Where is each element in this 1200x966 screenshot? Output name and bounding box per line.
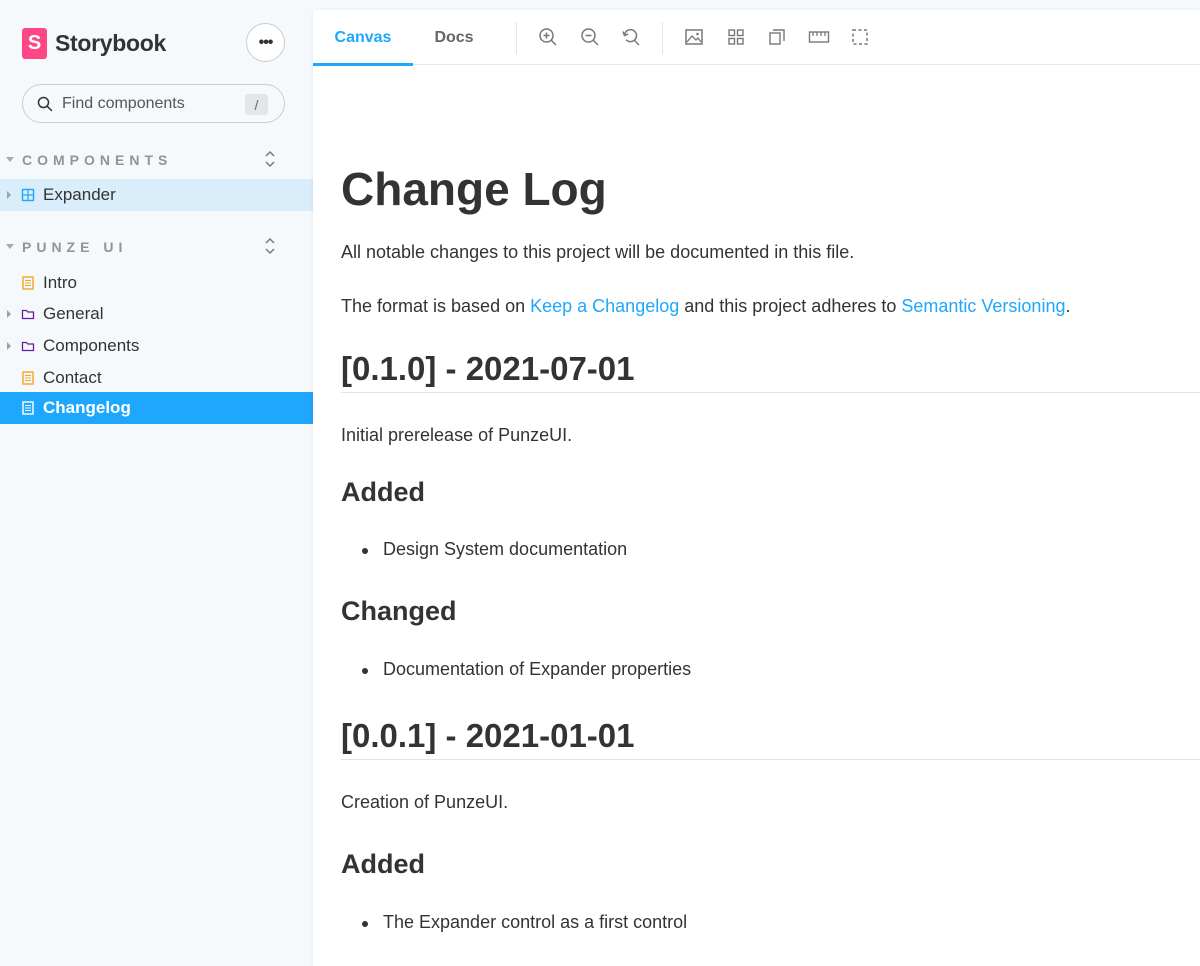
list-item: The Expander control as a first control [362, 912, 687, 933]
storybook-app: S Storybook ••• / COMPONENTS [0, 0, 1200, 966]
sidebar-item-label: Expander [43, 185, 116, 204]
section-heading: Added [341, 849, 425, 879]
semantic-versioning-link[interactable]: Semantic Versioning [901, 296, 1065, 316]
group-label: COMPONENTS [22, 152, 173, 168]
collapse-caret-icon [6, 157, 14, 162]
expand-caret-icon [7, 342, 11, 350]
expand-collapse-icon[interactable] [262, 235, 278, 257]
zoom-reset-icon[interactable] [620, 26, 642, 48]
intro-paragraph: All notable changes to this project will… [341, 242, 855, 262]
search-box[interactable]: / [22, 84, 285, 123]
folder-icon [21, 309, 35, 320]
group-label: PUNZE UI [22, 239, 128, 255]
grid-icon[interactable] [725, 26, 747, 48]
list-item: Design System documentation [362, 539, 627, 560]
list-item-text: Design System documentation [383, 539, 628, 559]
expand-collapse-icon[interactable] [262, 148, 278, 170]
sidebar-item-intro[interactable]: Intro [0, 267, 313, 299]
release-heading: [0.0.1] - 2021-01-01 [341, 717, 1200, 760]
document-icon [22, 276, 34, 290]
format-paragraph: The format is based on Keep a Changelog … [341, 296, 1070, 317]
viewport-icon[interactable] [766, 26, 788, 48]
toolbar-divider [516, 22, 517, 54]
search-icon [37, 96, 53, 111]
background-icon[interactable] [683, 26, 705, 48]
search-input[interactable] [62, 94, 232, 113]
sidebar: S Storybook ••• / COMPONENTS [0, 0, 313, 966]
format-text: The format is based on [341, 296, 531, 316]
sidebar-item-changelog[interactable]: Changelog [0, 392, 313, 424]
sidebar-item-expander[interactable]: Expander [0, 179, 313, 211]
tab-docs[interactable]: Docs [413, 10, 495, 65]
release-description: Creation of PunzeUI. [341, 792, 509, 812]
section-heading: Added [341, 477, 425, 507]
list-item: Documentation of Expander properties [362, 659, 691, 680]
storybook-logo-icon: S [22, 27, 47, 59]
expand-caret-icon [7, 310, 11, 318]
sidebar-item-contact[interactable]: Contact [0, 362, 313, 394]
sidebar-item-label: Contact [43, 368, 102, 387]
toolbar-divider [662, 22, 663, 54]
sidebar-item-components[interactable]: Components [0, 330, 313, 362]
release-heading: [0.1.0] - 2021-07-01 [341, 350, 1200, 393]
section-heading: Changed [341, 596, 457, 626]
page-title: Change Log [341, 163, 607, 215]
tab-canvas[interactable]: Canvas [313, 10, 413, 66]
brand-name: Storybook [55, 29, 167, 56]
group-header-components[interactable]: COMPONENTS [0, 148, 313, 172]
sidebar-item-label: General [43, 304, 104, 323]
release-description: Initial prerelease of PunzeUI. [341, 425, 573, 445]
keep-a-changelog-link[interactable]: Keep a Changelog [530, 296, 679, 316]
main-panel: Canvas Docs Change Log All notable chang… [313, 10, 1200, 966]
collapse-caret-icon [6, 244, 14, 249]
zoom-in-icon[interactable] [537, 26, 559, 48]
format-text: . [1065, 296, 1071, 316]
search-shortcut-badge: / [245, 94, 268, 115]
folder-icon [21, 341, 35, 352]
list-item-text: Documentation of Expander properties [383, 659, 692, 679]
zoom-out-icon[interactable] [579, 26, 601, 48]
sidebar-item-label: Changelog [43, 398, 131, 417]
brand[interactable]: S Storybook [22, 26, 166, 60]
document-icon [22, 371, 34, 385]
format-text: and this project adheres to [679, 296, 902, 316]
toolbar: Canvas Docs [313, 10, 1200, 66]
sidebar-item-general[interactable]: General [0, 298, 313, 330]
expand-caret-icon [7, 191, 11, 199]
group-header-punze-ui[interactable]: PUNZE UI [0, 235, 313, 259]
outline-icon[interactable] [849, 26, 871, 48]
sidebar-item-label: Components [43, 336, 140, 355]
sidebar-item-label: Intro [43, 273, 78, 292]
document-icon [22, 401, 34, 415]
component-icon [21, 188, 35, 202]
menu-button[interactable]: ••• [246, 23, 285, 62]
list-item-text: The Expander control as a first control [383, 912, 688, 932]
measure-icon[interactable] [808, 26, 830, 48]
